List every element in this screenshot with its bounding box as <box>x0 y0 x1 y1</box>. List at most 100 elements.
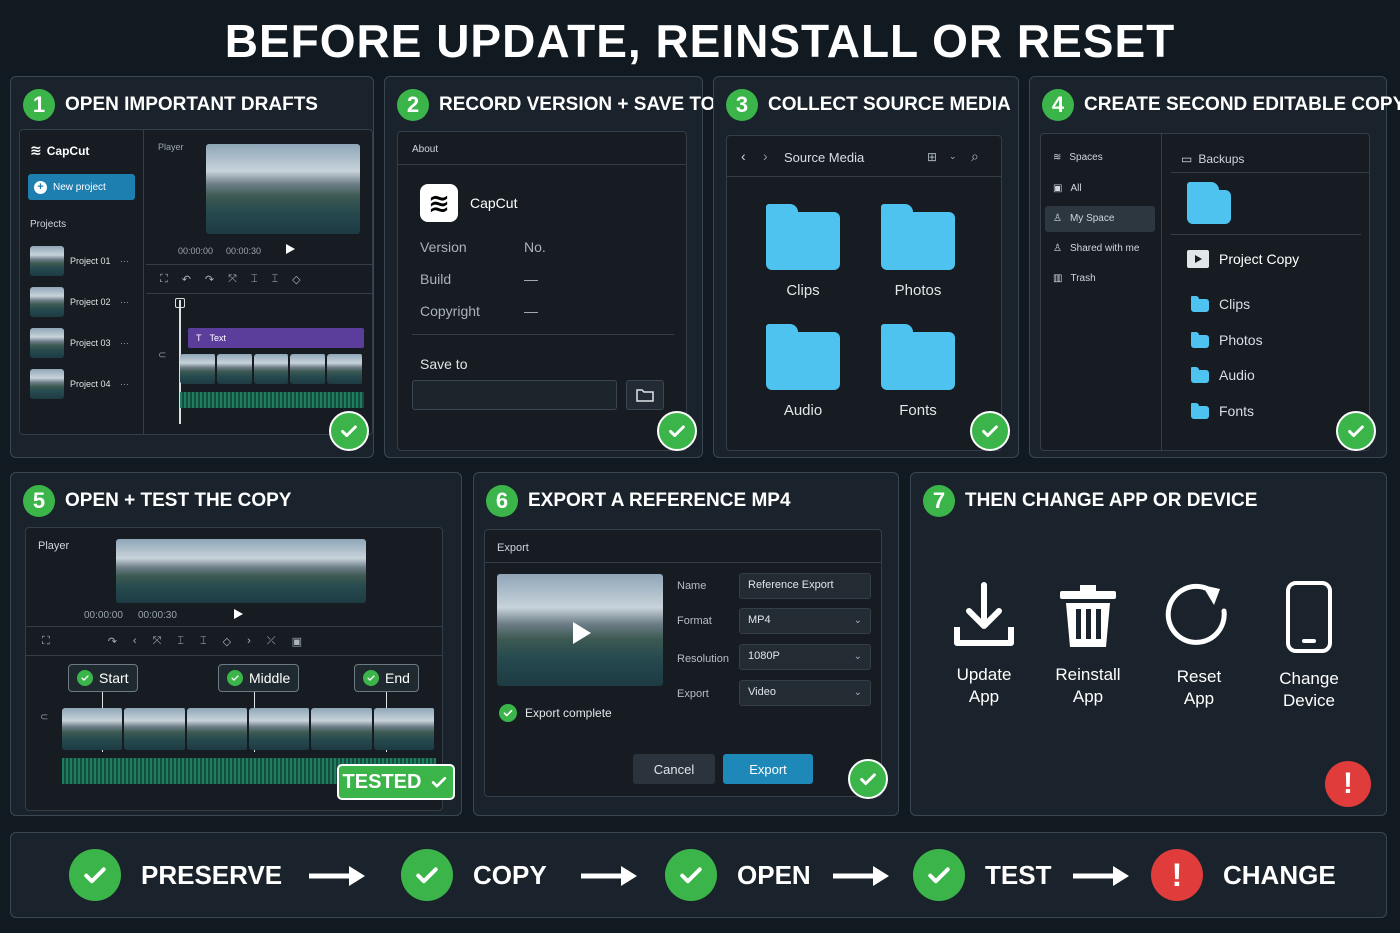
video-track[interactable] <box>62 708 436 750</box>
folder-item[interactable]: Clips <box>1191 295 1250 312</box>
sidebar-item-all[interactable]: ▣ All <box>1053 183 1082 194</box>
toolbar: ⛶ ↷ ‹ ⤧ ⌶ ⌶ ◇ › ⤫ ▣ <box>26 626 442 656</box>
project-copy-item[interactable]: Project Copy <box>1187 250 1299 268</box>
play-icon[interactable] <box>573 622 591 644</box>
list-item[interactable]: Project 04 ··· <box>30 369 129 399</box>
export-type-select[interactable]: Video ⌄ <box>739 680 871 706</box>
right-icon[interactable]: › <box>247 635 251 647</box>
spaces-window: ≋ Spaces ▣ All ♙ My Space ♙ Shared with me ▥… <box>1040 133 1370 451</box>
sidebar-item-trash[interactable]: ▥ Trash <box>1053 273 1096 284</box>
more-icon[interactable]: ··· <box>120 379 129 389</box>
arrow-right-icon <box>833 866 889 886</box>
folder-label[interactable]: Clips <box>753 282 853 299</box>
sidebar-item-shared[interactable]: ♙ Shared with me <box>1053 243 1139 254</box>
back-icon[interactable]: ‹ <box>741 148 746 164</box>
cancel-button[interactable]: Cancel <box>633 754 715 784</box>
folder-icon[interactable] <box>881 324 955 390</box>
about-window: About ≋ CapCut Version No. Build — Copyrig… <box>397 131 687 451</box>
flow-step-change: ! CHANGE <box>1151 849 1336 901</box>
split-right-icon[interactable]: ⌶ <box>272 273 279 286</box>
player-label: Player <box>158 142 184 152</box>
magnet-icon[interactable]: ⊂ <box>158 350 166 361</box>
play-icon[interactable] <box>286 244 295 254</box>
chevron-down-icon: ⌄ <box>853 687 862 698</box>
undo-icon[interactable]: ↶ <box>182 273 191 286</box>
left-icon[interactable]: ‹ <box>133 635 137 647</box>
folder-label[interactable]: Fonts <box>868 402 968 419</box>
check-icon <box>848 759 888 799</box>
folder-label[interactable]: Photos <box>868 282 968 299</box>
list-item[interactable]: Project 02 ··· <box>30 287 129 317</box>
step-panel-3: 3 COLLECT SOURCE MEDIA ‹ › Source Media ⊞… <box>713 76 1019 458</box>
split-right-icon[interactable]: ⌶ <box>200 635 207 648</box>
forward-icon[interactable]: › <box>763 148 768 164</box>
marker-middle[interactable]: Middle <box>218 664 300 692</box>
redo-icon[interactable]: ↷ <box>205 273 214 286</box>
crop-icon[interactable]: ⤧ <box>153 635 162 648</box>
folder-outline-icon: ▭ <box>1181 152 1193 166</box>
browse-folder-button[interactable] <box>626 380 664 410</box>
save-path-input[interactable] <box>412 380 617 410</box>
search-icon[interactable]: ⌕ <box>971 148 979 165</box>
player-label: Player <box>38 540 70 552</box>
sidebar-item-spaces[interactable]: ≋ Spaces <box>1053 152 1103 163</box>
text-clip[interactable]: T Text <box>188 328 364 348</box>
grid-view-icon[interactable]: ⊞ <box>927 150 937 164</box>
check-icon <box>657 411 697 451</box>
list-item[interactable]: Project 01 ··· <box>30 246 129 276</box>
marker-start[interactable]: Start <box>68 664 138 692</box>
check-icon <box>227 670 243 686</box>
new-project-button[interactable]: + New project <box>28 174 135 200</box>
folder-item[interactable]: Photos <box>1191 331 1263 348</box>
split-icon[interactable]: ⌶ <box>177 635 184 648</box>
breadcrumb: Source Media <box>784 150 865 165</box>
select-icon[interactable]: ⛶ <box>42 635 50 648</box>
audio-track[interactable] <box>180 392 364 408</box>
more-icon[interactable]: ··· <box>120 297 129 307</box>
crop-icon[interactable]: ⤧ <box>228 273 237 286</box>
folder-icon[interactable] <box>766 324 840 390</box>
video-track[interactable] <box>180 354 364 384</box>
check-icon <box>363 670 379 686</box>
plus-icon: + <box>34 180 47 194</box>
name-input[interactable]: Reference Export <box>739 573 871 599</box>
folder-icon[interactable] <box>881 204 955 270</box>
project-list: Project 01 ··· Project 02 ··· Project 03 ··… <box>30 246 129 399</box>
flow-step-preserve: PRESERVE <box>69 849 282 901</box>
format-select[interactable]: MP4 ⌄ <box>739 608 871 634</box>
check-icon <box>499 704 517 722</box>
step-title: EXPORT A REFERENCE MP4 <box>528 490 791 511</box>
resolution-select[interactable]: 1080P ⌄ <box>739 644 871 670</box>
folder-icon[interactable] <box>766 204 840 270</box>
split-icon[interactable]: ⌶ <box>251 273 258 286</box>
folder-item[interactable]: Fonts <box>1191 402 1254 419</box>
magnet-icon[interactable]: ⊂ <box>40 712 48 723</box>
more-icon[interactable]: ··· <box>120 256 129 266</box>
flow-step-open: OPEN <box>665 849 811 901</box>
select-icon[interactable]: ⛶ <box>160 273 168 286</box>
update-app-action[interactable]: Update App <box>929 581 1039 708</box>
reinstall-app-action[interactable]: Reinstall App <box>1033 581 1143 708</box>
play-icon[interactable] <box>234 609 243 619</box>
shield-icon[interactable]: ◇ <box>292 273 300 286</box>
capcut-window: ≋ CapCut + New project Projects Project … <box>19 129 373 435</box>
more-icon[interactable]: ··· <box>120 338 129 348</box>
folder-item[interactable]: Audio <box>1191 366 1255 383</box>
arrow-right-icon <box>1073 866 1129 886</box>
link-icon[interactable]: ⤫ <box>267 635 276 648</box>
folder-label[interactable]: Audio <box>753 402 853 419</box>
chevron-down-icon[interactable]: ⌄ <box>949 151 957 162</box>
reset-app-action[interactable]: Reset App <box>1144 581 1254 710</box>
redo-icon[interactable]: ↷ <box>108 635 117 648</box>
export-button[interactable]: Export <box>723 754 813 784</box>
capture-icon[interactable]: ▣ <box>292 635 302 648</box>
sidebar-item-my-space[interactable]: ♙ My Space <box>1045 206 1155 232</box>
step-panel-6: 6 EXPORT A REFERENCE MP4 Export Name Refe… <box>473 472 899 816</box>
playhead-handle[interactable] <box>175 298 185 308</box>
field-label: Name <box>677 580 707 592</box>
shield-icon[interactable]: ◇ <box>223 635 231 648</box>
backup-folder-icon[interactable] <box>1187 182 1231 224</box>
marker-end[interactable]: End <box>354 664 419 692</box>
change-device-action[interactable]: Change Device <box>1254 581 1364 712</box>
list-item[interactable]: Project 03 ··· <box>30 328 129 358</box>
